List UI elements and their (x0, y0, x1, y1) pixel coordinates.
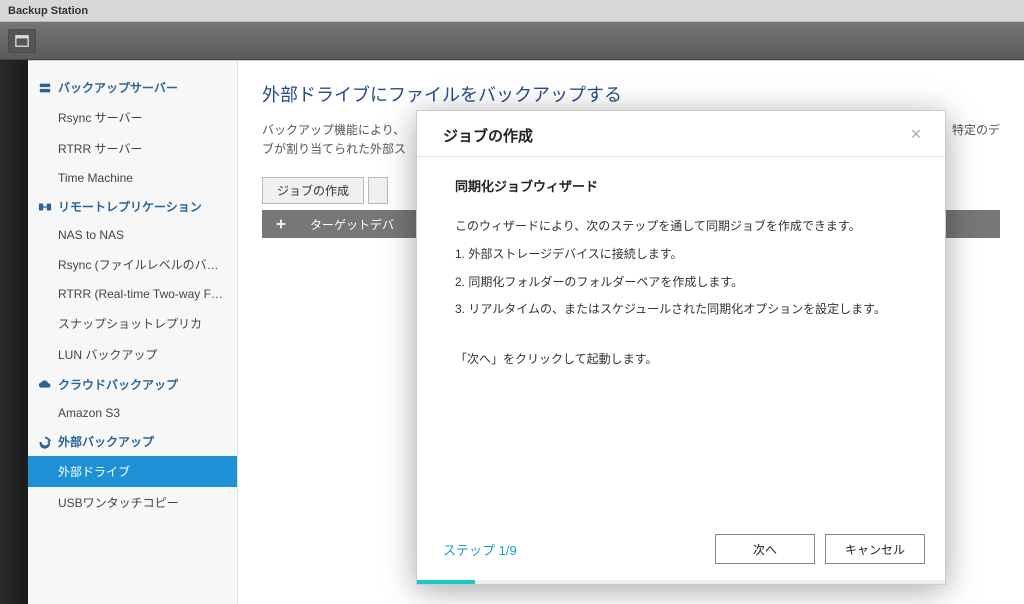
step-indicator: ステップ 1/9 (443, 540, 517, 559)
wizard-step-2: 2. 同期化フォルダーのフォルダーペアを作成します。 (455, 272, 917, 294)
close-icon: × (911, 124, 922, 144)
next-button[interactable]: 次へ (715, 534, 815, 564)
wizard-step-1: 1. 外部ストレージデバイスに接続します。 (455, 244, 917, 266)
wizard-subtitle: 同期化ジョブウィザード (455, 175, 917, 198)
modal-footer: ステップ 1/9 次へ キャンセル (417, 522, 945, 580)
modal-body: 同期化ジョブウィザード このウィザードにより、次のステップを通して同期ジョブを作… (417, 157, 945, 522)
modal-title: ジョブの作成 (443, 125, 907, 146)
wizard-progress-fill (417, 580, 475, 584)
modal-close-button[interactable]: × (907, 127, 925, 145)
wizard-step-3: 3. リアルタイムの、またはスケジュールされた同期化オプションを設定します。 (455, 299, 917, 321)
wizard-note: 「次へ」をクリックして起動します。 (455, 349, 917, 371)
wizard-progress (417, 580, 945, 584)
cancel-button[interactable]: キャンセル (825, 534, 925, 564)
modal-overlay: ジョブの作成 × 同期化ジョブウィザード このウィザードにより、次のステップを通… (0, 0, 1024, 604)
create-job-modal: ジョブの作成 × 同期化ジョブウィザード このウィザードにより、次のステップを通… (416, 110, 946, 585)
modal-header: ジョブの作成 × (417, 111, 945, 156)
wizard-intro: このウィザードにより、次のステップを通して同期ジョブを作成できます。 (455, 216, 917, 238)
